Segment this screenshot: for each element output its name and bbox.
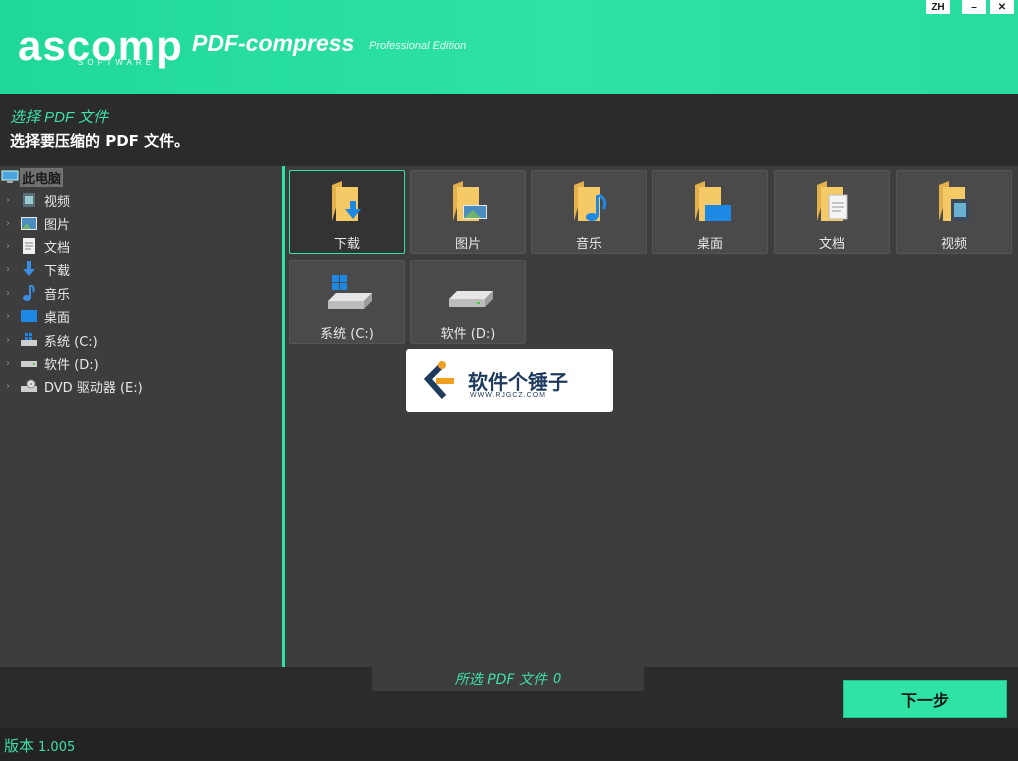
music-folder-icon	[570, 179, 610, 223]
tree-root-label: 此电脑	[20, 167, 64, 187]
tree-item-music[interactable]: › 音乐	[6, 283, 70, 303]
selected-files-indicator: 所选 PDF 文件 0	[372, 667, 644, 691]
selected-files-label: 所选 PDF 文件	[454, 672, 547, 688]
dvd-drive-icon	[20, 378, 38, 394]
bottom-bar: 所选 PDF 文件 0 下一步	[0, 667, 1018, 728]
tree-item-documents[interactable]: › 文档	[6, 236, 70, 256]
system-drive-icon	[20, 332, 38, 348]
tree-item-dvd-drive[interactable]: › DVD 驱动器 (E:)	[6, 376, 143, 396]
status-bar: 版本 1.005	[0, 728, 1018, 761]
tile-label: 软件 (D:)	[440, 327, 496, 342]
selected-files-count: 0	[552, 671, 562, 687]
tree-root-this-pc[interactable]: 此电脑	[0, 167, 64, 187]
tile-label: 下载	[333, 237, 360, 252]
app-header: ascomp SOFTWARE PDF-compress Professiona…	[0, 0, 1018, 94]
computer-icon	[0, 169, 20, 185]
tree-item-pictures[interactable]: › 图片	[6, 213, 70, 233]
video-icon	[20, 192, 38, 208]
minimize-button[interactable]: –	[962, 0, 986, 14]
expand-arrow-icon[interactable]: ›	[6, 288, 20, 299]
tree-item-label: 下载	[44, 263, 71, 279]
ascomp-logo: ascomp SOFTWARE	[18, 24, 188, 68]
tree-item-label: 视频	[44, 194, 71, 210]
app-title: PDF-compress	[192, 30, 355, 56]
watermark: 软件个锤子 WWW.RJGCZ.COM	[406, 349, 613, 412]
videos-folder-icon	[935, 179, 975, 223]
desktop-icon	[20, 308, 38, 324]
tile-label: 音乐	[575, 237, 602, 252]
drive-icon	[20, 355, 38, 371]
tile-label: 文档	[818, 237, 845, 252]
logo-subtext: SOFTWARE	[78, 58, 156, 67]
tile-label: 图片	[454, 237, 481, 252]
system-drive-icon	[328, 269, 372, 313]
step-title: 选择 PDF 文件	[10, 109, 109, 126]
tile-system-drive[interactable]: 系统 (C:)	[289, 260, 405, 344]
folder-tree: 此电脑 › 视频 › 图片 › 文档 › 下载 › 音乐 › 桌面 › 系统 (…	[0, 166, 282, 667]
tree-item-desktop[interactable]: › 桌面	[6, 306, 70, 326]
tree-item-downloads[interactable]: › 下载	[6, 259, 70, 279]
tree-item-label: 软件 (D:)	[44, 357, 99, 373]
language-button[interactable]: ZH	[926, 0, 950, 14]
watermark-text: 软件个锤子	[468, 370, 568, 394]
tile-label: 系统 (C:)	[320, 327, 374, 342]
version-number: 1.005	[38, 740, 76, 755]
tile-label: 桌面	[696, 237, 723, 252]
tree-item-label: 系统 (C:)	[44, 334, 98, 350]
tree-item-label: 文档	[44, 240, 71, 256]
tree-item-label: 桌面	[44, 310, 71, 326]
tile-software-drive[interactable]: 软件 (D:)	[410, 260, 526, 344]
expand-arrow-icon[interactable]: ›	[6, 195, 20, 206]
version-label: 版本	[4, 737, 35, 755]
desktop-folder-icon	[691, 179, 731, 223]
watermark-url: WWW.RJGCZ.COM	[470, 392, 546, 399]
tile-pictures[interactable]: 图片	[410, 170, 526, 254]
expand-arrow-icon[interactable]: ›	[6, 241, 20, 252]
version-info: 版本 1.005	[4, 735, 75, 756]
tree-item-label: DVD 驱动器 (E:)	[44, 380, 143, 396]
expand-arrow-icon[interactable]: ›	[6, 218, 20, 229]
tile-documents[interactable]: 文档	[774, 170, 890, 254]
tree-item-label: 图片	[44, 217, 71, 233]
step-description: 选择要压缩的 PDF 文件。	[10, 132, 190, 150]
next-button[interactable]: 下一步	[843, 680, 1007, 718]
folder-tiles-panel: 下载 图片 音乐 桌面 文档 视频 系统 (C:) 软件 (D:)	[285, 166, 1018, 667]
expand-arrow-icon[interactable]: ›	[6, 381, 20, 392]
app-edition: Professional Edition	[369, 40, 467, 52]
pictures-folder-icon	[449, 179, 489, 223]
expand-arrow-icon[interactable]: ›	[6, 335, 20, 346]
tree-item-system-drive[interactable]: › 系统 (C:)	[6, 330, 98, 350]
document-icon	[20, 238, 38, 254]
expand-arrow-icon[interactable]: ›	[6, 311, 20, 322]
download-folder-icon	[328, 179, 368, 223]
tree-item-videos[interactable]: › 视频	[6, 190, 70, 210]
tile-music[interactable]: 音乐	[531, 170, 647, 254]
download-icon	[20, 261, 38, 277]
tree-item-software-drive[interactable]: › 软件 (D:)	[6, 353, 99, 373]
expand-arrow-icon[interactable]: ›	[6, 264, 20, 275]
documents-folder-icon	[813, 179, 853, 223]
tile-label: 视频	[940, 237, 967, 252]
tile-videos[interactable]: 视频	[896, 170, 1012, 254]
watermark-logo-icon	[420, 357, 466, 403]
expand-arrow-icon[interactable]: ›	[6, 358, 20, 369]
drive-icon	[449, 269, 493, 313]
tile-downloads[interactable]: 下载	[289, 170, 405, 254]
step-header: 选择 PDF 文件 选择要压缩的 PDF 文件。	[0, 94, 1018, 166]
tile-desktop[interactable]: 桌面	[652, 170, 768, 254]
picture-icon	[20, 215, 38, 231]
tree-item-label: 音乐	[44, 287, 71, 303]
close-button[interactable]: ✕	[990, 0, 1014, 14]
music-icon	[20, 285, 38, 301]
